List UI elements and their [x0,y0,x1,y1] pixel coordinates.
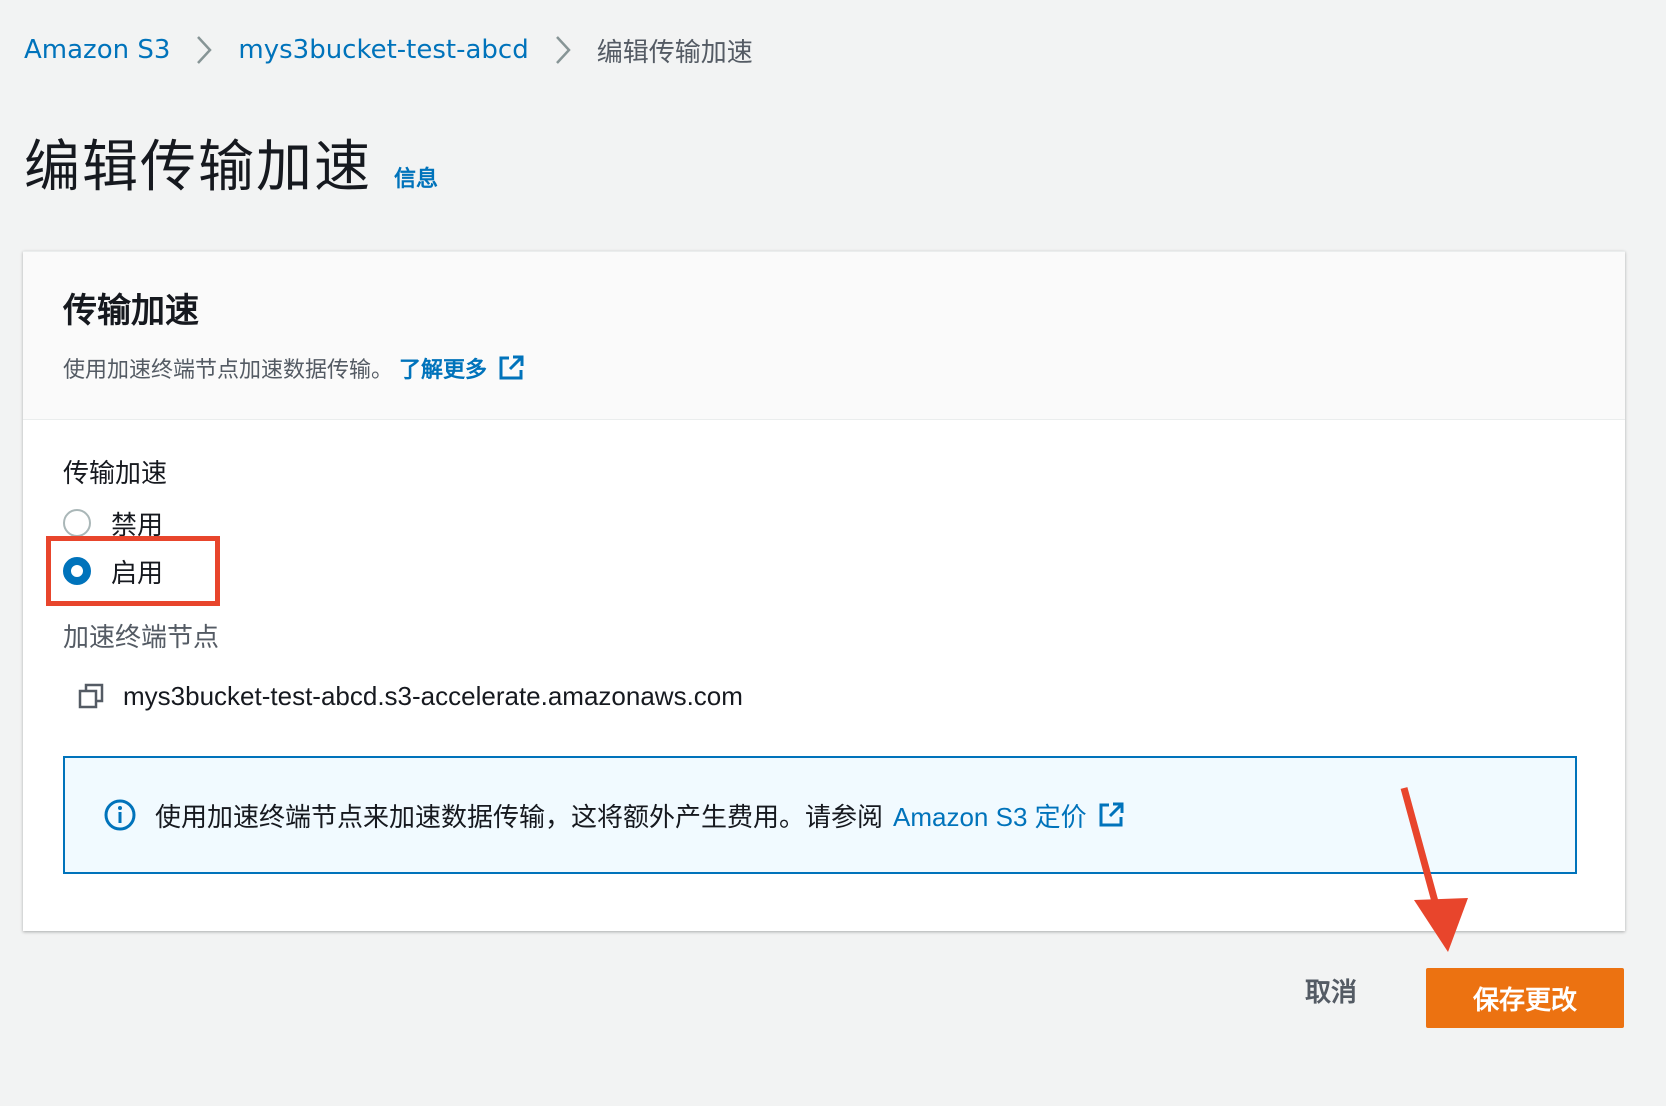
pricing-link[interactable]: Amazon S3 定价 [893,797,1125,834]
radio-option-disable[interactable]: 禁用 [63,498,1585,548]
external-link-icon [497,354,525,382]
breadcrumb-link-bucket[interactable]: mys3bucket-test-abcd [238,35,528,65]
breadcrumb: Amazon S3 mys3bucket-test-abcd 编辑传输加速 [24,28,753,72]
panel-title: 传输加速 [63,291,199,331]
pricing-link-label: Amazon S3 定价 [893,801,1087,832]
info-circle-icon [103,798,137,832]
transfer-acceleration-panel: 传输加速 使用加速终端节点加速数据传输。 了解更多 传输加速 禁用 启用 加速终… [23,251,1625,931]
accelerated-endpoint-row: mys3bucket-test-abcd.s3-accelerate.amazo… [63,676,1585,716]
cancel-button[interactable]: 取消 [1276,960,1386,1020]
panel-description-text: 使用加速终端节点加速数据传输。 [63,358,394,383]
transfer-acceleration-label: 传输加速 [63,459,168,489]
copy-icon[interactable] [77,682,105,710]
info-alert: 使用加速终端节点来加速数据传输，这将额外产生费用。请参阅 Amazon S3 定… [63,756,1577,874]
panel-body: 传输加速 禁用 启用 加速终端节点 mys3bucket-test-abcd.s… [23,420,1625,874]
accelerated-endpoint-label: 加速终端节点 [63,623,220,653]
page-header: 编辑传输加速 信息 [24,122,438,202]
accelerated-endpoint-value: mys3bucket-test-abcd.s3-accelerate.amazo… [123,680,743,711]
chevron-right-icon [553,33,573,67]
learn-more-link[interactable]: 了解更多 [399,352,525,384]
external-link-icon [1097,801,1125,829]
annotation-highlight-box [46,536,220,606]
page-title: 编辑传输加速 [24,135,372,200]
info-alert-text: 使用加速终端节点来加速数据传输，这将额外产生费用。请参阅 [155,802,884,833]
chevron-right-icon [194,33,214,67]
panel-header: 传输加速 使用加速终端节点加速数据传输。 了解更多 [23,252,1625,420]
breadcrumb-current: 编辑传输加速 [596,37,753,68]
info-link[interactable]: 信息 [394,161,438,193]
panel-description: 使用加速终端节点加速数据传输。 了解更多 [63,352,1585,384]
radio-option-enable[interactable]: 启用 [63,546,1585,596]
breadcrumb-link-amazon-s3[interactable]: Amazon S3 [24,35,170,65]
save-changes-button[interactable]: 保存更改 [1426,968,1624,1028]
learn-more-label: 了解更多 [399,358,488,383]
radio-button-disable[interactable] [63,509,91,537]
